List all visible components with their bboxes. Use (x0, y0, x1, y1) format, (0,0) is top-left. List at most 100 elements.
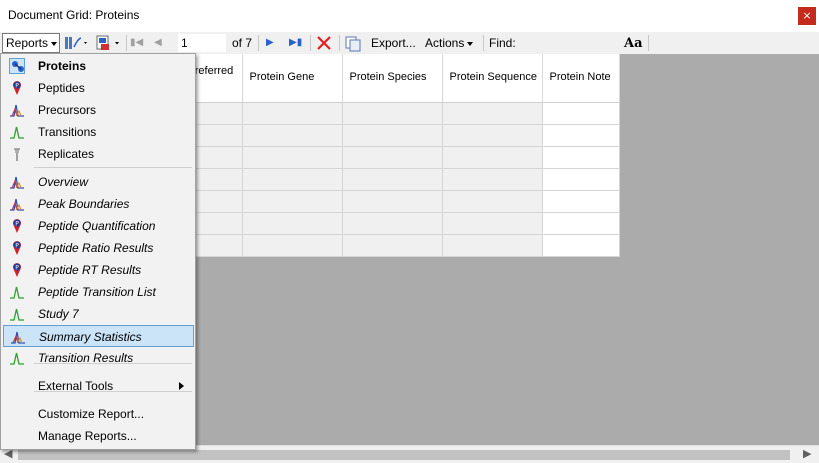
grid-cell[interactable] (342, 190, 443, 213)
toolbar-separator (483, 35, 484, 51)
menu-item-summary-statistics[interactable]: Summary Statistics (3, 325, 194, 347)
actions-dropdown-button[interactable]: Actions (425, 33, 474, 53)
svg-text:P: P (15, 243, 19, 250)
menu-item-replicates[interactable]: Replicates (3, 143, 194, 165)
grid-cell[interactable] (442, 234, 543, 257)
menu-item-precursors[interactable]: Precursors (3, 99, 194, 121)
svg-text:P: P (15, 265, 19, 272)
peptide-icon: P (9, 262, 25, 278)
menu-item-manage-reports[interactable]: Manage Reports... (3, 425, 194, 447)
column-header[interactable]: Protein Gene (242, 54, 343, 103)
grid-cell[interactable] (242, 102, 343, 125)
grid-cell[interactable] (442, 168, 543, 191)
menu-item-label: Proteins (38, 59, 87, 73)
close-button[interactable]: × (798, 7, 816, 25)
menu-item-label: Precursors (38, 103, 97, 117)
menu-item-study-7[interactable]: Study 7 (3, 303, 194, 325)
grid-cell[interactable] (342, 234, 443, 257)
toolbar-separator (258, 35, 259, 51)
grid-cell[interactable] (442, 212, 543, 235)
menu-item-label: Manage Reports... (38, 429, 137, 443)
last-record-button[interactable]: ▶▮ (289, 33, 303, 53)
menu-item-label: Transition Results (38, 351, 134, 365)
grid-cell[interactable] (442, 190, 543, 213)
export-button[interactable]: Export... (371, 33, 416, 53)
menu-item-customize-report[interactable]: Customize Report... (3, 403, 194, 425)
filter-menu-button[interactable] (94, 33, 124, 53)
menu-item-peptide-transition-list[interactable]: Peptide Transition List (3, 281, 194, 303)
menu-item-peptide-rt-results[interactable]: P Peptide RT Results (3, 259, 194, 281)
scroll-right-icon[interactable]: ▶ (803, 447, 811, 460)
grid-cell[interactable] (542, 212, 620, 235)
grid-cell[interactable] (342, 124, 443, 147)
grid-cell[interactable] (542, 190, 620, 213)
menu-item-label: Overview (38, 175, 89, 189)
menu-item-label: Peptides (38, 81, 85, 95)
next-record-button[interactable]: ▶ (266, 33, 278, 53)
reports-label: Reports (6, 36, 49, 50)
record-position-input[interactable]: 1 (178, 34, 226, 52)
toolbar-separator (648, 35, 649, 51)
toolbar: Reports ▮◀ ◀ 1 of 7 ▶ ▶▮ Export... Actio… (0, 32, 819, 54)
actions-label: Actions (425, 36, 465, 50)
menu-item-label: Summary Statistics (39, 330, 142, 344)
menu-item-label: Peak Boundaries (38, 197, 130, 211)
first-record-icon: ▮◀ (130, 37, 144, 48)
reports-dropdown-button[interactable]: Reports (2, 33, 60, 53)
menu-item-peak-boundaries[interactable]: Peak Boundaries (3, 193, 194, 215)
menu-item-label: Replicates (38, 147, 95, 161)
grid-cell[interactable] (342, 146, 443, 169)
document-grid-window: Document Grid: Proteins × Reports ▮◀ ◀ 1… (0, 0, 819, 463)
peptide-icon: P (9, 240, 25, 256)
grid-cell[interactable] (342, 212, 443, 235)
menu-item-label: Peptide Ratio Results (38, 241, 154, 255)
replicate-icon (9, 146, 25, 162)
precursor-peak-icon (9, 174, 25, 190)
grid-cell[interactable] (342, 102, 443, 125)
transition-peak-icon (9, 284, 25, 300)
delete-button[interactable] (316, 33, 332, 53)
menu-item-transitions[interactable]: Transitions (3, 121, 194, 143)
grid-cell[interactable] (242, 234, 343, 257)
grid-cell[interactable] (542, 102, 620, 125)
menu-item-external-tools[interactable]: External Tools (3, 375, 194, 397)
menu-item-transition-results[interactable]: Transition Results (3, 347, 194, 369)
first-record-button[interactable]: ▮◀ (130, 33, 144, 53)
column-header[interactable]: Protein Note (542, 54, 620, 103)
grid-cell[interactable] (242, 212, 343, 235)
menu-item-peptide-ratio-results[interactable]: P Peptide Ratio Results (3, 237, 194, 259)
scrollbar-thumb[interactable] (18, 450, 790, 460)
column-header[interactable]: Protein Species (342, 54, 443, 103)
menu-item-peptides[interactable]: P Peptides (3, 77, 194, 99)
menu-item-proteins[interactable]: Proteins (3, 55, 194, 77)
chevron-down-icon (467, 41, 474, 46)
grid-cell[interactable] (442, 124, 543, 147)
column-chooser-icon (65, 37, 87, 49)
grid-cell[interactable] (542, 168, 620, 191)
column-chooser-button[interactable] (64, 33, 92, 53)
grid-cell[interactable] (242, 146, 343, 169)
grid-cell[interactable] (442, 146, 543, 169)
chevron-down-icon (51, 41, 58, 46)
grid-cell[interactable] (242, 168, 343, 191)
copy-icon (345, 36, 361, 52)
grid-cell[interactable] (542, 124, 620, 147)
menu-item-label: Study 7 (38, 307, 79, 321)
font-size-icon[interactable]: Aa (624, 33, 643, 53)
previous-record-button[interactable]: ◀ (154, 33, 166, 53)
find-input[interactable] (520, 34, 616, 52)
grid-cell[interactable] (242, 124, 343, 147)
grid-cell[interactable] (542, 146, 620, 169)
copy-button[interactable] (345, 33, 363, 53)
column-header[interactable]: Protein Sequence (442, 54, 543, 103)
grid-cell[interactable] (242, 190, 343, 213)
menu-item-overview[interactable]: Overview (3, 171, 194, 193)
menu-item-peptide-quantification[interactable]: P Peptide Quantification (3, 215, 194, 237)
grid-cell[interactable] (442, 102, 543, 125)
transition-peak-icon (9, 306, 25, 322)
last-record-icon: ▶▮ (289, 37, 303, 48)
record-count-label: of 7 (232, 36, 253, 50)
grid-cell[interactable] (542, 234, 620, 257)
grid-cell[interactable] (342, 168, 443, 191)
peptide-icon: P (9, 80, 25, 96)
